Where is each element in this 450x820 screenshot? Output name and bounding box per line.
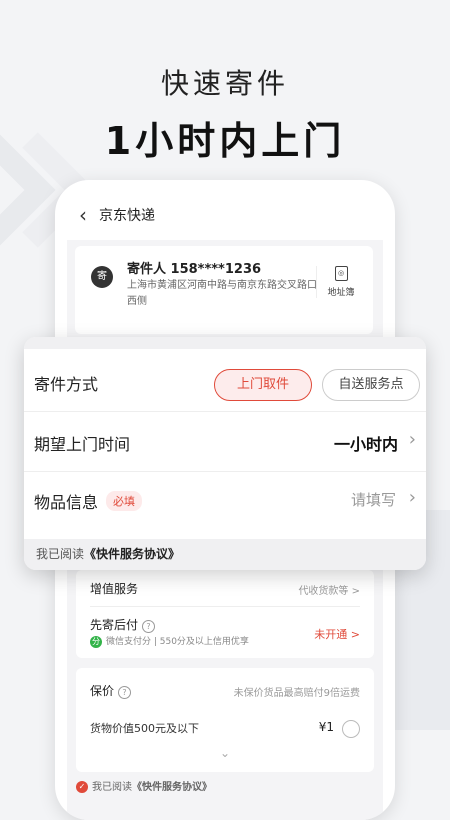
agreement-link[interactable]: 《快件服务协议》 (84, 547, 180, 561)
sender-pin-icon: 寄 (91, 266, 113, 288)
item-info-label: 物品信息 (34, 493, 99, 512)
address-book-label: 地址簿 (327, 288, 355, 298)
help-icon[interactable]: ? (142, 620, 156, 633)
agreement-prefix: 我已阅读 (36, 547, 85, 561)
wechat-pay-score-icon: 分 (90, 635, 102, 648)
item-info-placeholder: 请填写 (350, 491, 396, 509)
shipping-options-card: 寄件方式 上门取件 自送服务点 期望上门时间 一小时内 › 物品信息 必填 请填… (24, 337, 426, 570)
sender-address: 上海市黄浦区河南中路与南京东路交叉路口西侧 (127, 280, 317, 307)
services-card: 增值服务 代收货款等 > 先寄后付? 分微信支付分 | 550分及以上信用优享 … (76, 570, 374, 658)
value-added-service-link[interactable]: 代收货款等 > (298, 582, 360, 597)
help-icon[interactable]: ? (118, 686, 132, 699)
address-book-icon: ◎ (334, 266, 348, 281)
sender-name: 寄件人 158****1236 (127, 262, 262, 277)
insurance-radio[interactable] (342, 720, 360, 738)
agreement-check-icon[interactable]: ✓ (76, 781, 88, 793)
chevron-right-icon: › (408, 429, 416, 450)
pickup-time-value: 一小时内 (333, 435, 398, 454)
item-info-row[interactable]: 物品信息 必填 请填写 › (24, 473, 426, 529)
door-pickup-button[interactable]: 上门取件 (214, 369, 312, 401)
shipping-method-row: 寄件方式 上门取件 自送服务点 (24, 355, 426, 412)
agreement-link[interactable]: 《快件服务协议》 (132, 782, 212, 793)
insurance-option-price: ¥1 (318, 720, 334, 734)
pay-later-label: 先寄后付 (90, 618, 139, 632)
shipping-method-label: 寄件方式 (34, 375, 99, 394)
insurance-note: 未保价货品最高赔付9倍运费 (233, 688, 360, 699)
agreement-prefix: 我已阅读 (92, 782, 132, 793)
sender-card[interactable]: 寄 寄件人 158****1236 上海市黄浦区河南中路与南京东路交叉路口西侧 … (75, 246, 373, 334)
required-badge: 必填 (106, 491, 142, 511)
bottom-agreement[interactable]: ✓ 我已阅读《快件服务协议》 (76, 778, 212, 793)
self-drop-button[interactable]: 自送服务点 (322, 369, 420, 401)
chevron-right-icon: › (408, 487, 416, 508)
expand-chevron-icon[interactable]: ⌄ (220, 746, 230, 760)
hero-title: 1小时内上门 (104, 119, 346, 163)
agreement-bar[interactable]: 我已阅读《快件服务协议》 (24, 539, 426, 570)
pay-later-status[interactable]: 未开通 > (314, 626, 360, 642)
back-arrow-icon[interactable]: ‹ (79, 205, 87, 225)
credit-description: 分微信支付分 | 550分及以上信用优享 (90, 634, 249, 648)
card-top-strip (24, 337, 426, 349)
hero-subtitle: 快速寄件 (160, 67, 289, 100)
credit-description-text: 微信支付分 | 550分及以上信用优享 (106, 637, 249, 647)
divider (90, 606, 360, 607)
phone-header: ‹ 京东快递 (79, 205, 155, 225)
insurance-label: 保价 (90, 684, 115, 698)
pay-later-row[interactable]: 先寄后付? (90, 616, 156, 633)
address-book-button[interactable]: ◎ 地址簿 (316, 266, 365, 298)
pickup-time-label: 期望上门时间 (34, 435, 131, 454)
insurance-label-row: 保价? (90, 682, 132, 699)
insurance-card: 保价? 未保价货品最高赔付9倍运费 货物价值500元及以下 ¥1 ⌄ (76, 668, 374, 772)
value-added-service-label: 增值服务 (90, 582, 139, 596)
pickup-time-row[interactable]: 期望上门时间 一小时内 › (24, 415, 426, 472)
page-title: 京东快递 (99, 208, 155, 224)
insurance-option-label: 货物价值500元及以下 (90, 722, 199, 735)
